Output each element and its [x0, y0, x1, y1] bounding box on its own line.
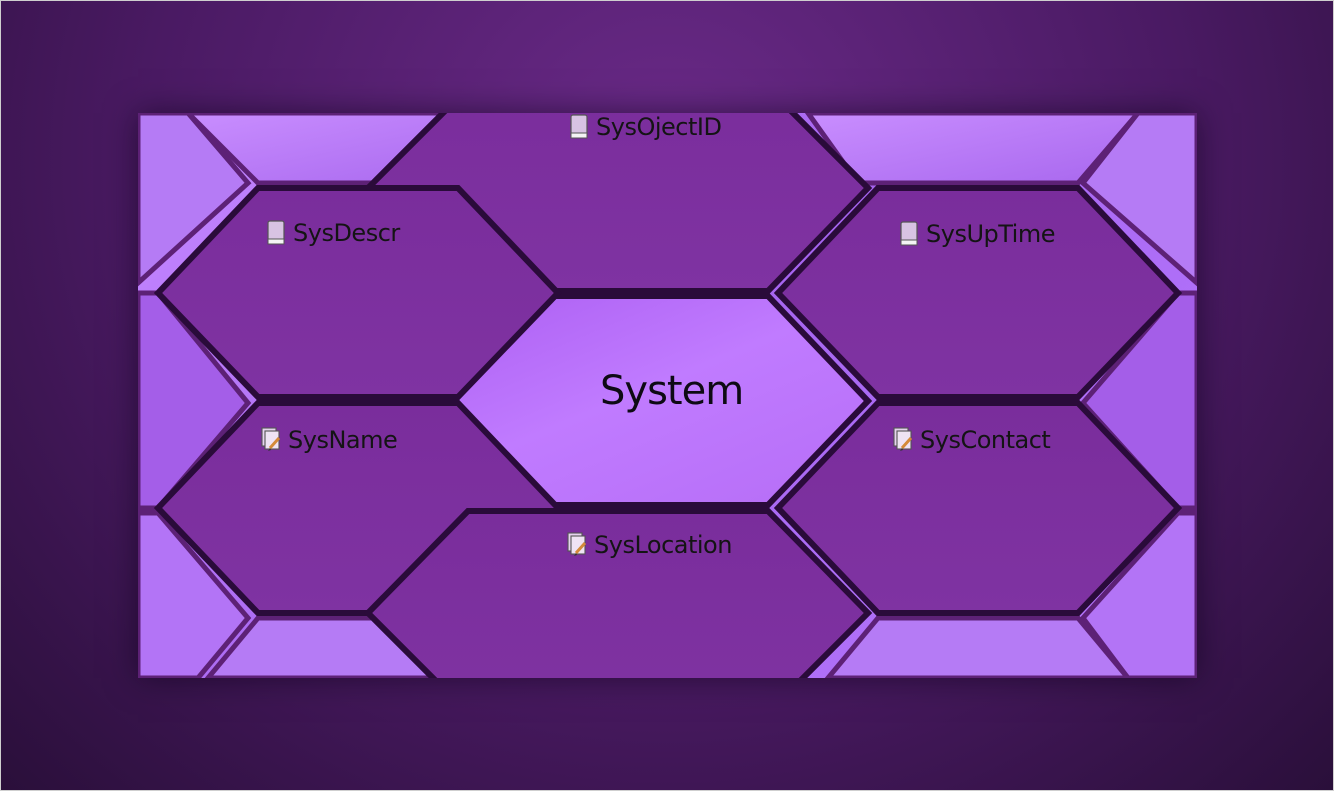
node-sysname[interactable]: SysName — [260, 426, 398, 454]
node-label: SysOjectID — [596, 113, 722, 141]
node-syslocation[interactable]: SysLocation — [566, 531, 732, 559]
background-stage: System SysOjectID SysDescr SysUpTime Sys… — [0, 0, 1334, 791]
edit-document-icon — [566, 531, 588, 559]
book-icon — [568, 113, 590, 141]
node-label: SysUpTime — [926, 220, 1055, 248]
node-label: SysName — [288, 426, 398, 454]
node-label: SysDescr — [293, 219, 400, 247]
edit-document-icon — [892, 426, 914, 454]
node-label: SysContact — [920, 426, 1051, 454]
node-sysobjectid[interactable]: SysOjectID — [568, 113, 722, 141]
book-icon — [265, 219, 287, 247]
node-syscontact[interactable]: SysContact — [892, 426, 1051, 454]
center-title: System — [600, 368, 744, 414]
node-sysuptime[interactable]: SysUpTime — [898, 220, 1055, 248]
hexagon-panel: System SysOjectID SysDescr SysUpTime Sys… — [138, 113, 1197, 678]
book-icon — [898, 220, 920, 248]
node-sysdescr[interactable]: SysDescr — [265, 219, 400, 247]
edit-document-icon — [260, 426, 282, 454]
node-label: SysLocation — [594, 531, 732, 559]
